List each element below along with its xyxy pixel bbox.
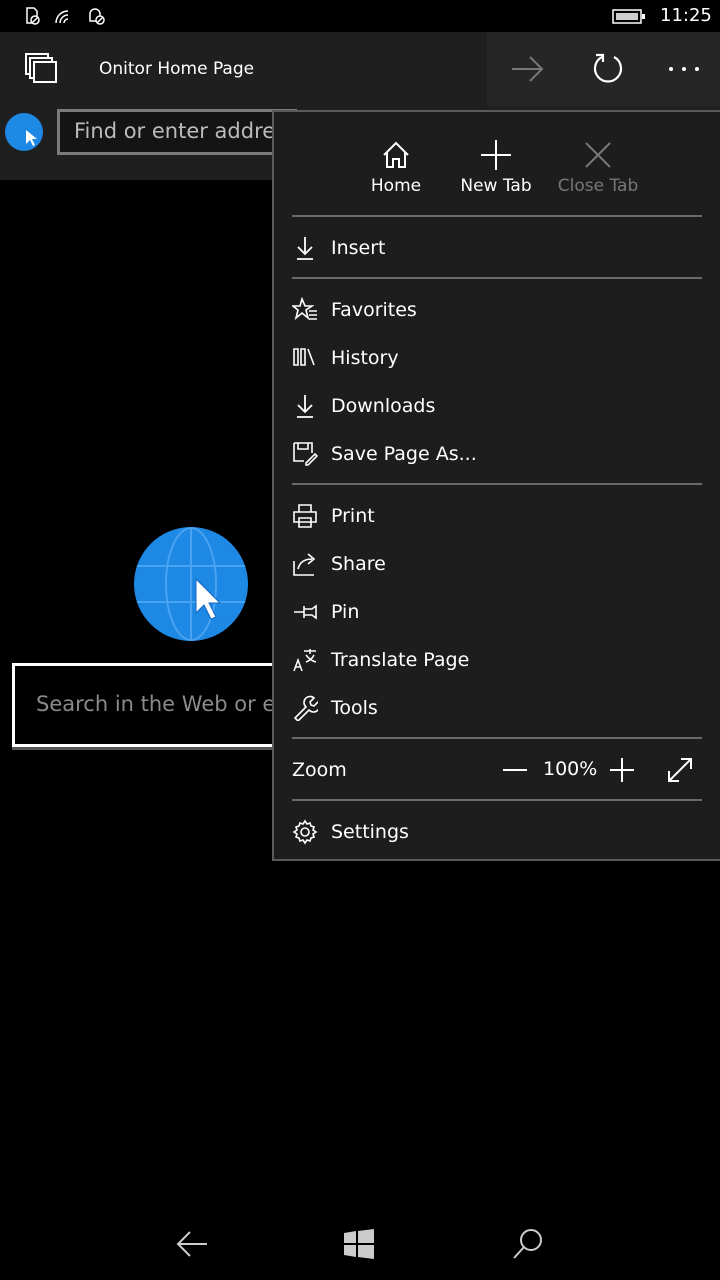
zoom-out-icon[interactable] bbox=[502, 757, 528, 783]
wrench-icon bbox=[293, 695, 318, 721]
tabs-icon[interactable] bbox=[24, 52, 58, 84]
insert-icon bbox=[297, 237, 313, 260]
browser-toolbar: Onitor Home Page bbox=[0, 32, 720, 106]
home-button[interactable]: Home bbox=[341, 140, 451, 196]
label: Translate Page bbox=[331, 649, 470, 671]
globe-logo-icon bbox=[134, 527, 248, 641]
menu-item-share[interactable]: Share bbox=[292, 544, 702, 584]
status-bar: 11:25 bbox=[0, 0, 720, 32]
zoom-in-icon[interactable] bbox=[609, 757, 635, 783]
label: Pin bbox=[331, 601, 360, 623]
close-tab-button[interactable]: Close Tab bbox=[543, 140, 653, 196]
new-tab-button[interactable]: New Tab bbox=[441, 140, 551, 196]
label: History bbox=[331, 347, 399, 369]
menu-item-print[interactable]: Print bbox=[292, 496, 702, 536]
system-nav-bar bbox=[0, 1208, 720, 1280]
plus-icon bbox=[481, 140, 511, 170]
save-icon bbox=[293, 442, 318, 466]
label: Favorites bbox=[331, 299, 417, 321]
windows-start-icon[interactable] bbox=[344, 1229, 374, 1259]
translate-icon bbox=[293, 649, 317, 672]
pin-icon bbox=[294, 604, 317, 620]
menu-item-settings[interactable]: Settings bbox=[292, 812, 702, 852]
home-label: Home bbox=[370, 176, 422, 196]
menu-item-downloads[interactable]: Downloads bbox=[292, 386, 702, 426]
battery-icon bbox=[612, 9, 645, 24]
download-icon bbox=[297, 395, 313, 418]
close-icon bbox=[585, 142, 611, 168]
label: Tools bbox=[331, 697, 378, 719]
address-input[interactable]: Find or enter address bbox=[57, 109, 297, 155]
label: Downloads bbox=[331, 395, 436, 417]
label: Print bbox=[331, 505, 375, 527]
menu-item-favorites[interactable]: Favorites bbox=[292, 290, 702, 330]
close-tab-label: Close Tab bbox=[557, 176, 639, 196]
site-globe-icon bbox=[5, 113, 43, 151]
menu-item-insert[interactable]: Insert bbox=[292, 228, 702, 268]
menu-item-translate-page[interactable]: Translate Page bbox=[292, 640, 702, 680]
zoom-label: Zoom bbox=[292, 759, 347, 781]
menu-item-pin[interactable]: Pin bbox=[292, 592, 702, 632]
print-icon bbox=[293, 504, 317, 528]
clock: 11:25 bbox=[660, 5, 712, 26]
menu-item-tools[interactable]: Tools bbox=[292, 688, 702, 728]
page-title: Onitor Home Page bbox=[99, 59, 255, 79]
gear-icon bbox=[292, 819, 318, 845]
label: Save Page As... bbox=[331, 443, 477, 465]
zoom-row: Zoom 100% bbox=[292, 750, 702, 790]
new-tab-label: New Tab bbox=[460, 176, 532, 196]
search-icon[interactable] bbox=[512, 1228, 544, 1260]
menu-item-save-page-as[interactable]: Save Page As... bbox=[292, 434, 702, 474]
share-icon bbox=[293, 553, 316, 576]
refresh-icon[interactable] bbox=[591, 52, 625, 86]
menu-item-history[interactable]: History bbox=[292, 338, 702, 378]
fullscreen-icon[interactable] bbox=[667, 757, 693, 783]
back-icon[interactable] bbox=[176, 1230, 208, 1258]
label: Settings bbox=[331, 821, 409, 843]
label: Share bbox=[331, 553, 386, 575]
more-icon[interactable] bbox=[668, 66, 700, 72]
zoom-value: 100% bbox=[543, 758, 598, 780]
web-search-input[interactable]: Search in the Web or enter address bbox=[12, 663, 282, 747]
forward-icon[interactable] bbox=[510, 54, 544, 84]
history-icon bbox=[293, 348, 315, 366]
favorites-icon bbox=[292, 297, 317, 321]
more-menu: Home New Tab Close Tab Insert Favorites … bbox=[272, 110, 720, 861]
status-icons bbox=[26, 7, 105, 25]
label: Insert bbox=[331, 237, 386, 259]
home-icon bbox=[383, 141, 409, 168]
